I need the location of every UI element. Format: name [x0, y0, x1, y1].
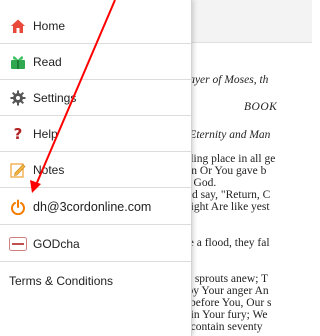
menu-item-help[interactable]: ? Help: [0, 116, 191, 152]
menu-item-home[interactable]: Home: [0, 8, 191, 44]
menu-item-settings[interactable]: Settings: [0, 80, 191, 116]
menu-item-label: GODcha: [33, 236, 80, 251]
notes-icon: [9, 161, 27, 179]
menu-item-label: dh@3cordonline.com: [33, 199, 152, 214]
menu-item-label: Read: [33, 54, 62, 69]
menu-item-label: Home: [33, 18, 66, 33]
read-icon: [9, 53, 27, 71]
menu-item-account-logout[interactable]: dh@3cordonline.com: [0, 189, 191, 225]
menu-item-terms-conditions[interactable]: Terms & Conditions: [0, 263, 191, 299]
menu-item-read[interactable]: Read: [0, 44, 191, 80]
menu-item-notes[interactable]: Notes: [0, 152, 191, 188]
menu-item-label: Help: [33, 126, 58, 141]
side-menu: Home Read Settings ? Help Notes dh@3cord…: [0, 0, 192, 336]
menu-item-godcha[interactable]: GODcha: [0, 226, 191, 262]
help-icon: ?: [13, 124, 23, 143]
gear-icon: [9, 89, 27, 107]
menu-item-label: Settings: [33, 90, 77, 105]
power-icon: [9, 198, 27, 216]
godcha-logo-icon: [9, 235, 27, 253]
home-icon: [9, 17, 27, 35]
menu-item-label: Terms & Conditions: [9, 274, 114, 288]
menu-item-label: Notes: [33, 162, 65, 177]
book-heading: BOOK: [244, 101, 278, 113]
